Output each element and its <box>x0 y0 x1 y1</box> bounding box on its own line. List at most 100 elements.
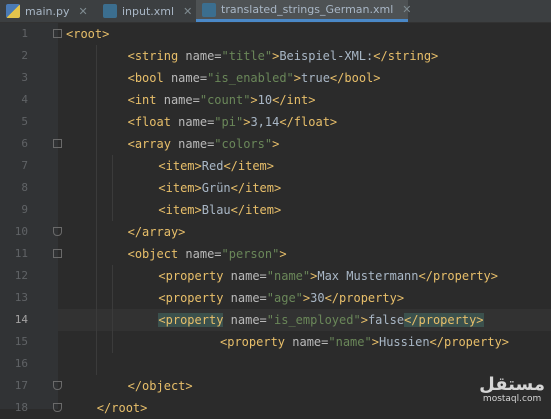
tab-label: input.xml <box>122 4 175 18</box>
code-line[interactable]: <item>Red</item> <box>58 155 551 177</box>
code-token: <array <box>127 137 179 151</box>
code-token: </item> <box>223 159 275 173</box>
xml-file-icon <box>103 4 117 18</box>
code-line[interactable]: <property name="name">Max Mustermann</pr… <box>58 265 551 287</box>
close-icon[interactable]: ✕ <box>183 5 192 18</box>
code-token: "is_enabled" <box>207 71 294 85</box>
code-token: </bool> <box>329 71 381 85</box>
code-token: "is_employed" <box>266 313 361 327</box>
code-token: > <box>279 247 287 261</box>
code-token: </item> <box>230 203 282 217</box>
code-token: </item> <box>230 181 282 195</box>
code-token: </float> <box>279 115 338 129</box>
code-token: <item> <box>158 203 202 217</box>
xml-file-icon <box>202 2 216 17</box>
code-line[interactable]: <property name="name">Hussien</property> <box>58 331 551 353</box>
code-token: "name" <box>328 335 372 349</box>
line-number: 18 <box>14 401 28 414</box>
code-line[interactable]: <int name="count">10</int> <box>58 89 551 111</box>
code-token: Blau <box>201 203 231 217</box>
tab-main-py[interactable]: main.py ✕ <box>0 0 96 22</box>
code-token: > <box>371 335 379 349</box>
line-number: 14 <box>14 313 28 326</box>
code-line[interactable]: <root> <box>58 23 551 45</box>
code-token: </object> <box>127 379 193 393</box>
code-token: "colors" <box>214 137 273 151</box>
code-token: <item> <box>158 181 202 195</box>
code-token: 10 <box>257 93 273 107</box>
code-token: Beispiel-XML: <box>279 49 374 63</box>
code-token: "title" <box>221 49 273 63</box>
code-line[interactable]: </root> <box>58 397 551 419</box>
code-token: <bool <box>127 71 171 85</box>
code-token: </array> <box>127 225 186 239</box>
code-token: <property <box>158 313 224 327</box>
line-number: 2 <box>21 49 28 62</box>
line-number: 12 <box>14 269 28 282</box>
code-token: </int> <box>272 93 316 107</box>
code-token: "name" <box>266 269 311 283</box>
code-line[interactable]: <bool name="is_enabled">true</bool> <box>58 67 551 89</box>
code-token: </property> <box>404 313 484 327</box>
code-token: </property> <box>324 291 405 305</box>
code-line[interactable] <box>58 353 551 375</box>
line-number: 4 <box>21 93 28 106</box>
line-number: 1 <box>21 27 28 40</box>
line-number: 8 <box>21 181 28 194</box>
code-token: <property <box>220 335 293 349</box>
tab-input-xml[interactable]: input.xml ✕ <box>97 0 195 22</box>
code-line[interactable]: <property name="age">30</property> <box>58 287 551 309</box>
watermark-latin: mostaql.com <box>482 394 542 404</box>
code-token: > <box>360 313 368 327</box>
code-token: <root> <box>66 27 110 41</box>
code-line[interactable]: <item>Grün</item> <box>58 177 551 199</box>
code-token: <item> <box>158 159 202 173</box>
line-number: 3 <box>21 71 28 84</box>
code-line[interactable]: <object name="person"> <box>58 243 551 265</box>
close-icon[interactable]: ✕ <box>78 5 87 18</box>
code-token: <int <box>127 93 164 107</box>
line-number: 13 <box>14 291 28 304</box>
line-number: 11 <box>14 247 28 260</box>
code-token: <float <box>127 115 179 129</box>
code-token: <property <box>158 269 231 283</box>
code-token: 30 <box>310 291 325 305</box>
line-number: 15 <box>14 335 28 348</box>
line-number: 17 <box>14 379 28 392</box>
close-icon[interactable]: ✕ <box>402 3 411 16</box>
indent-guide <box>96 45 97 375</box>
line-number: 6 <box>21 137 28 150</box>
code-token: <property <box>158 291 231 305</box>
code-token: name= <box>178 115 215 129</box>
code-token: true <box>301 71 330 85</box>
editor-tab-bar: main.py ✕ input.xml ✕ translated_strings… <box>0 0 551 23</box>
line-number: 7 <box>21 159 28 172</box>
code-line[interactable]: </object> <box>58 375 551 397</box>
code-token: "age" <box>266 291 303 305</box>
code-token: "count" <box>199 93 251 107</box>
code-token: > <box>272 137 280 151</box>
code-token: <string <box>127 49 186 63</box>
code-line[interactable]: <item>Blau</item> <box>58 199 551 221</box>
code-line[interactable]: </array> <box>58 221 551 243</box>
watermark: مستقل mostaql.com <box>479 376 545 405</box>
code-token: Red <box>201 159 224 173</box>
tab-label: main.py <box>25 4 70 18</box>
tab-translated-strings-german[interactable]: translated_strings_German.xml ✕ <box>196 0 412 22</box>
code-token: > <box>250 93 258 107</box>
code-token: false <box>367 313 405 327</box>
code-token: Max Mustermann <box>317 269 419 283</box>
code-token: </string> <box>373 49 439 63</box>
code-editor[interactable]: <root> <string name="title">Beispiel-XML:… <box>58 23 551 415</box>
code-token: "pi" <box>214 115 244 129</box>
code-token: name= <box>163 93 200 107</box>
indent-guide <box>112 265 113 353</box>
code-line[interactable]: <float name="pi">3,14</float> <box>58 111 551 133</box>
code-token: name= <box>230 291 267 305</box>
code-line[interactable]: <property name="is_employed">false</prop… <box>58 309 551 331</box>
code-token: Hussien <box>378 335 430 349</box>
line-number: 9 <box>21 203 28 216</box>
code-token: name= <box>230 269 267 283</box>
code-line[interactable]: <array name="colors"> <box>58 133 551 155</box>
code-line[interactable]: <string name="title">Beispiel-XML:</stri… <box>58 45 551 67</box>
